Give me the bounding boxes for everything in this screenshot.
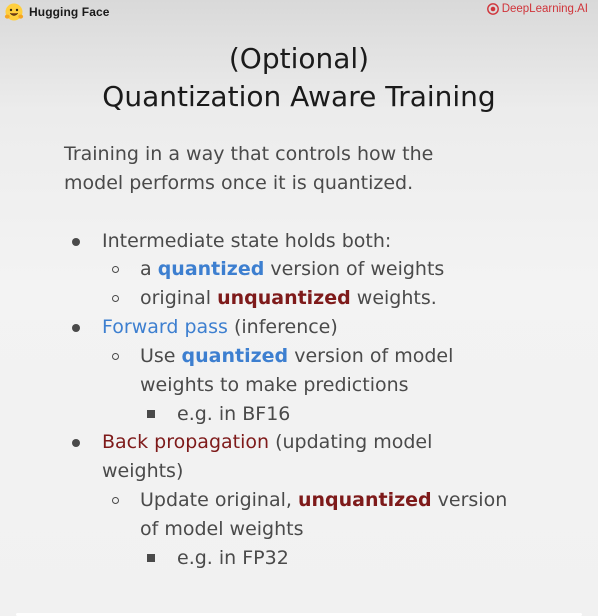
bullet-dot-icon (72, 439, 80, 447)
unquantized-highlight: unquantized (297, 489, 432, 511)
slide-title-line-2: Quantization Aware Training (102, 80, 496, 113)
bullet-use-quantized-continued: weights to make predictions (140, 371, 409, 400)
bullet-forward-pass: Forward pass (inference) (102, 313, 338, 342)
bullet-text: (inference) (227, 316, 338, 338)
bullet-quantized-version: a quantized version of weights (140, 255, 444, 284)
hugging-face-emoji-icon (4, 3, 24, 21)
hugging-face-label: Hugging Face (29, 5, 110, 19)
deeplearning-ai-label: DeepLearning.AI (501, 3, 588, 15)
forward-pass-highlight: Forward pass (102, 316, 228, 338)
bullet-text: version of weights (264, 258, 445, 280)
subtitle-line-2: model performs once it is quantized. (64, 172, 414, 194)
bullet-dot-icon (72, 238, 80, 246)
bullet-text: weights. (350, 287, 437, 309)
bullet-update-original-continued: of model weights (140, 515, 304, 544)
bullet-use-quantized: Use quantized version of model (140, 342, 453, 371)
bullet-intermediate-state: Intermediate state holds both: (102, 227, 391, 256)
hugging-face-brand: Hugging Face (4, 2, 110, 22)
back-propagation-highlight: Back propagation (102, 431, 270, 453)
bullet-text: e.g. in BF16 (177, 403, 291, 425)
bullet-text: version of model (288, 345, 454, 367)
bullet-circle-icon (112, 266, 119, 273)
bullet-update-original: Update original, unquantized version (140, 486, 507, 515)
slide-title-line-1: (Optional) (228, 42, 370, 75)
quantized-highlight: quantized (181, 345, 289, 367)
bullet-square-icon (147, 554, 155, 562)
bullet-text: version (431, 489, 508, 511)
bullet-fp32-example: e.g. in FP32 (177, 544, 289, 573)
bullet-bf16-example: e.g. in BF16 (177, 400, 290, 429)
bullet-dot-icon (72, 324, 80, 332)
bullet-text: of model weights (140, 518, 304, 540)
deeplearning-ai-brand: DeepLearning.AI (486, 3, 588, 15)
bullet-circle-icon (112, 295, 119, 302)
quantized-highlight: quantized (157, 258, 265, 280)
unquantized-highlight: unquantized (217, 287, 351, 309)
slide: Hugging Face DeepLearning.AI (Optional) … (0, 0, 598, 616)
bullet-text: e.g. in FP32 (177, 547, 289, 569)
slide-title: (Optional) Quantization Aware Training (0, 40, 598, 116)
bullet-text: Use (140, 345, 182, 367)
bullet-text: weights) (102, 460, 184, 482)
bullet-back-propagation: Back propagation (updating model (102, 428, 432, 457)
bullet-back-propagation-continued: weights) (102, 457, 183, 486)
bullet-circle-icon (112, 497, 119, 504)
slide-subtitle: Training in a way that controls how the … (64, 140, 544, 198)
bullet-text: original (140, 287, 218, 309)
bullet-circle-icon (112, 353, 119, 360)
bullet-text: Update original, (140, 489, 298, 511)
bullet-unquantized-weights: original unquantized weights. (140, 284, 437, 313)
bullet-text: Intermediate state holds both: (102, 230, 392, 252)
subtitle-line-1: Training in a way that controls how the (64, 143, 434, 165)
deeplearning-ai-logo-icon (486, 3, 499, 15)
bullet-text: (updating model (269, 431, 433, 453)
bullet-text: a (140, 258, 158, 280)
bullet-square-icon (147, 410, 155, 418)
bullet-text: weights to make predictions (140, 374, 409, 396)
